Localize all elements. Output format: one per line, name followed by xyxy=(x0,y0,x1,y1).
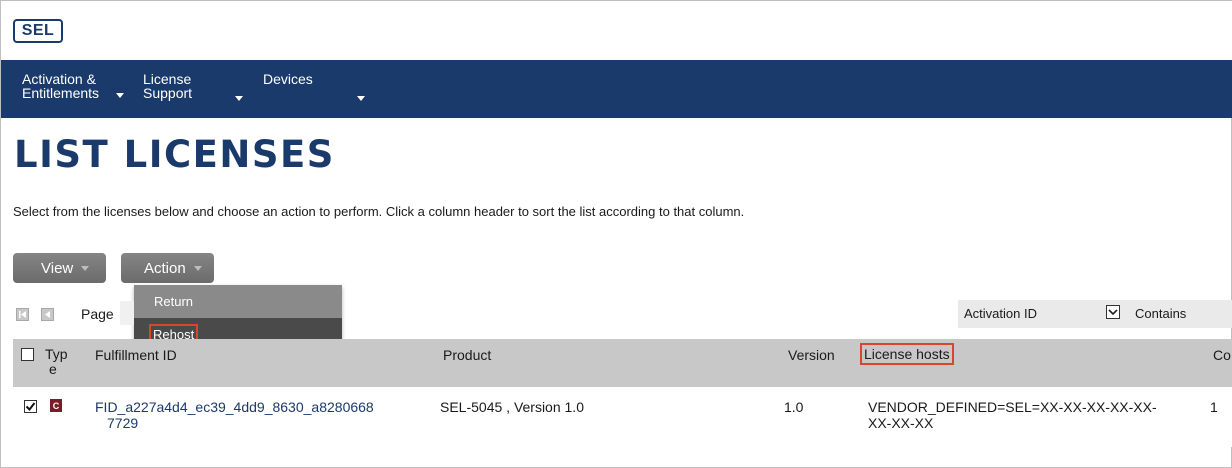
row-checkbox[interactable] xyxy=(24,400,37,413)
column-header-license-hosts[interactable]: License hosts xyxy=(860,343,954,365)
product-cell: SEL-5045 , Version 1.0 xyxy=(440,399,584,415)
chevron-down-icon xyxy=(193,265,202,271)
license-hosts-text: XX-XX-XX xyxy=(868,415,934,431)
menu-item-label: Return xyxy=(154,294,194,309)
column-header-label: Typ xyxy=(45,346,68,362)
nav-item-activation-entitlements[interactable]: Activation & Entitlements xyxy=(22,72,99,100)
chevron-down-icon[interactable] xyxy=(1106,305,1120,319)
table-row[interactable]: C FID_a227a4d4_ec39_4dd9_8630_a8280668 7… xyxy=(13,387,1232,447)
chevron-down-icon[interactable] xyxy=(357,96,365,101)
column-header-product[interactable]: Product xyxy=(443,347,491,363)
column-header-count[interactable]: Co xyxy=(1213,347,1231,363)
first-page-icon[interactable] xyxy=(16,308,29,321)
main-nav: Activation & Entitlements License Suppor… xyxy=(1,60,1232,118)
nav-item-label: Devices xyxy=(263,71,313,87)
chevron-down-icon[interactable] xyxy=(116,93,124,98)
view-button-label: View xyxy=(41,259,74,277)
previous-page-icon[interactable] xyxy=(41,308,54,321)
fulfillment-id-text: 7729 xyxy=(107,415,139,431)
page-label: Page xyxy=(81,306,114,322)
nav-item-label: Activation & xyxy=(22,71,96,87)
action-button-label: Action xyxy=(144,259,186,277)
license-hosts-text: VENDOR_DEFINED=SEL=XX-XX-XX-XX-XX- xyxy=(868,399,1157,415)
menu-item-return[interactable]: Return xyxy=(134,285,342,318)
view-button[interactable]: View xyxy=(13,253,106,283)
chevron-down-icon xyxy=(81,265,90,271)
fulfillment-id-text: FID_a227a4d4_ec39_4dd9_8630_a8280668 xyxy=(95,399,374,415)
header: SEL xyxy=(1,1,1232,60)
count-cell: 1 xyxy=(1210,399,1218,415)
sel-logo[interactable]: SEL xyxy=(13,19,63,43)
version-cell: 1.0 xyxy=(784,399,804,415)
license-hosts-cell: VENDOR_DEFINED=SEL=XX-XX-XX-XX-XX- XX-XX… xyxy=(868,399,1157,431)
license-type-icon: C xyxy=(50,399,62,412)
page-number-input[interactable] xyxy=(120,301,134,325)
nav-item-license-support[interactable]: License Support xyxy=(143,72,192,100)
select-all-checkbox[interactable] xyxy=(21,348,34,361)
page-title: LIST LICENSES xyxy=(14,133,335,176)
table-header: Typ e Fulfillment ID Product Version Lic… xyxy=(13,339,1232,387)
column-header-label: e xyxy=(49,361,57,377)
column-header-version[interactable]: Version xyxy=(788,347,835,363)
nav-item-label: Entitlements xyxy=(22,85,100,101)
nav-item-label: Support xyxy=(143,85,193,101)
nav-item-label: License xyxy=(143,71,192,87)
filter-operator-select[interactable]: Contains xyxy=(1135,306,1186,321)
chevron-down-icon[interactable] xyxy=(235,96,243,101)
fulfillment-id-link[interactable]: FID_a227a4d4_ec39_4dd9_8630_a8280668 772… xyxy=(95,399,435,431)
column-header-fulfillment-id[interactable]: Fulfillment ID xyxy=(95,347,177,363)
page-instructions: Select from the licenses below and choos… xyxy=(13,204,745,219)
filter-bar: Activation ID Contains xyxy=(958,300,1232,328)
filter-field-select[interactable]: Activation ID xyxy=(964,306,1037,321)
nav-item-devices[interactable]: Devices xyxy=(263,72,313,86)
column-header-type[interactable]: Typ e xyxy=(45,347,68,377)
action-button[interactable]: Action xyxy=(121,253,214,283)
